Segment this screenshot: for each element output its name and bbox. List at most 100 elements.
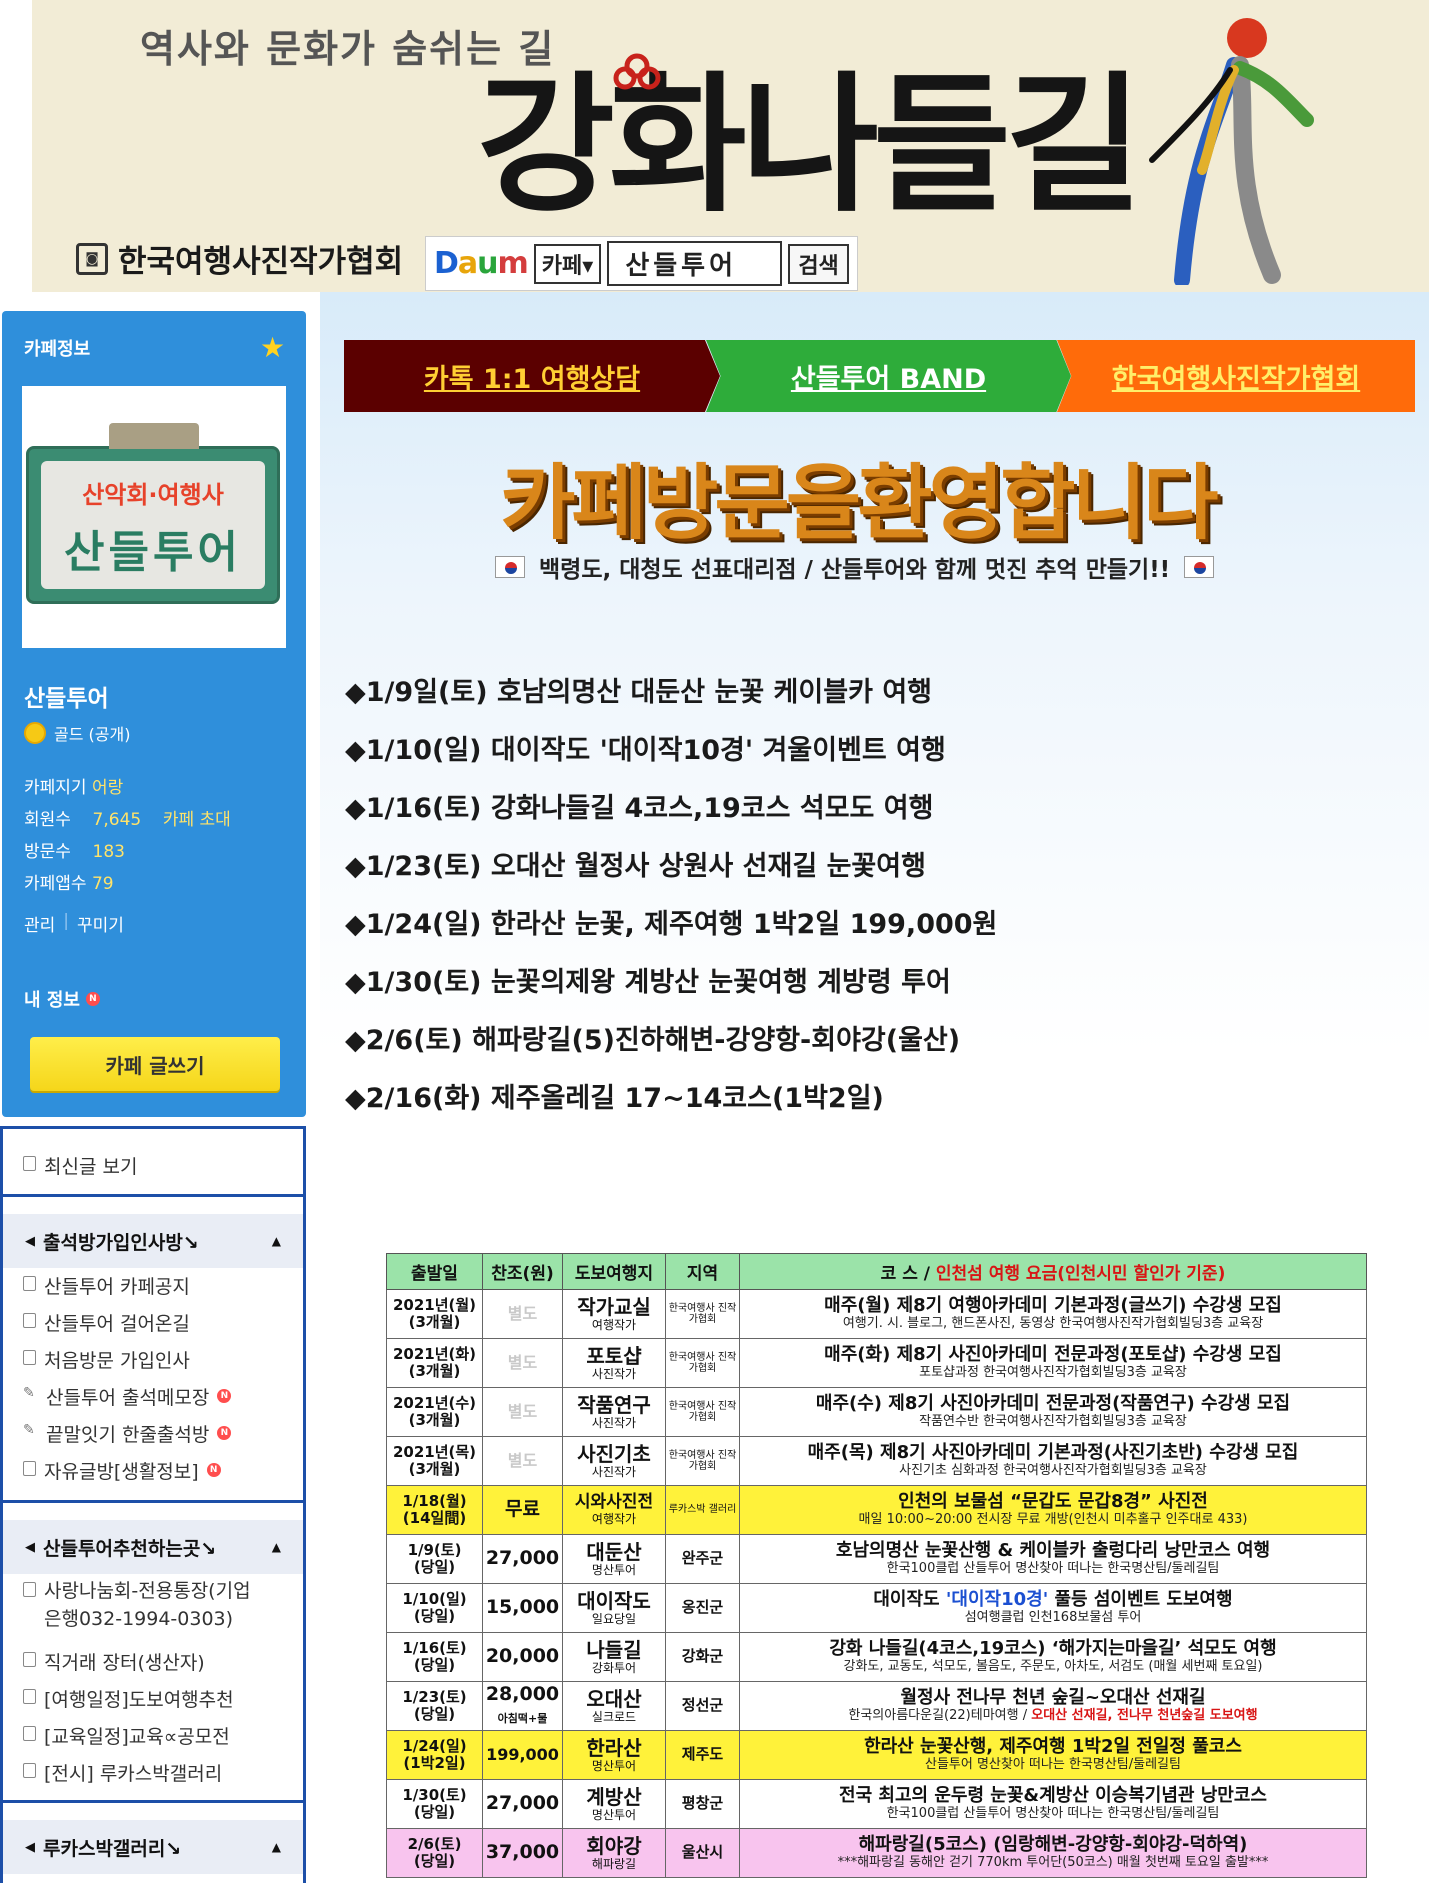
pencil-icon: ✎ [23, 1385, 35, 1401]
new-badge: N [217, 1426, 232, 1440]
table-row: 1/10(일) (당일) 15,000 대이작도 일요당일 옹진군 대이작도 '대이… [386, 1583, 1367, 1633]
col-header-price: 찬조(원) [482, 1253, 563, 1290]
board-icon [23, 1763, 36, 1778]
new-badge: N [217, 1389, 232, 1403]
caret-up-icon: ▲ [271, 1540, 281, 1554]
daum-search-button[interactable]: 검색 [788, 243, 849, 284]
menu-divider [3, 1194, 303, 1197]
board-link[interactable]: 산들투어 카페공지 [23, 1272, 190, 1299]
kakao-consult-link[interactable]: 카톡 1:1 여행상담 [344, 340, 720, 412]
table-row: 2/6(토) (당일) 37,000 회야강 해파랑길 울산시 해파랑길(5코스) … [386, 1828, 1367, 1878]
board-icon [23, 1313, 36, 1328]
schedule-item[interactable]: ◆1/30(토) 눈꽃의제왕 계방산 눈꽃여행 계방령 투어 [345, 960, 951, 999]
top-link-tabs: 카톡 1:1 여행상담 산들투어 BAND 한국여행사진작가협회 [344, 340, 1429, 412]
new-posts-icon [23, 1156, 36, 1171]
schedule-item[interactable]: ◆1/10(일) 대이작도 '대이작10경' 겨울이벤트 여행 [345, 728, 946, 767]
cafe-invite-link[interactable]: 카페 초대 [163, 810, 231, 830]
board-link[interactable]: 직거래 장터(생산자) [23, 1648, 205, 1675]
board-link[interactable]: [교육일정]교육∝공모전 [23, 1722, 230, 1749]
table-row: 1/24(일) (1박2일) 199,000 한라산 명산투어 제주도 한라산 눈꽃… [386, 1730, 1367, 1780]
cafe-grade: 골드 (공개) [24, 721, 130, 745]
board-link[interactable]: ✎ 산들투어 출석메모장 N [23, 1383, 232, 1410]
cafe-thumbnail[interactable]: 산악회·여행사 산들투어 [22, 386, 286, 648]
board-link[interactable]: 산들투어 걸어온길 [23, 1309, 190, 1336]
schedule-table: 출발일 찬조(원) 도보여행지 지역 코 스 / 인천섬 여행 요금(인천시민 … [386, 1253, 1367, 1878]
cafe-name[interactable]: 산들투어 [24, 679, 109, 713]
decorate-link[interactable]: 꾸미기 [77, 911, 124, 936]
schedule-item[interactable]: ◆1/24(일) 한라산 눈꽃, 제주여행 1박2일 199,000원 [345, 902, 997, 941]
board-link[interactable]: 자유글방[생활정보] N [23, 1457, 221, 1484]
table-row: 1/23(토) (당일) 28,000 아침떡+물 오대산 실크로드 정선군 월정사 … [386, 1681, 1367, 1731]
slogan: 백령도, 대청도 선표대리점 / 산들투어와 함께 멋진 추억 만들기!! [495, 550, 1215, 584]
star-icon[interactable]: ★ [260, 331, 285, 364]
schedule-item[interactable]: ◆1/16(토) 강화나들길 4코스,19코스 석모도 여행 [345, 786, 933, 825]
member-count-value[interactable]: 7,645 [93, 810, 142, 830]
col-header-date: 출발일 [386, 1253, 483, 1290]
cafe-info-header: 카페정보 [24, 339, 91, 360]
col-header-course: 코 스 / 인천섬 여행 요금(인천시민 할인가 기준) [739, 1253, 1367, 1290]
collapse-arrow-icon: ◀ [25, 1839, 35, 1855]
recent-posts-link[interactable]: 최신글 보기 [23, 1152, 137, 1179]
board-icon [23, 1350, 36, 1365]
cafe-info-panel: 카페정보 ★ 산악회·여행사 산들투어 산들투어 골드 (공개) 카페지기 어랑… [2, 311, 306, 1117]
board-menu: 최신글 보기 ◀ 출석방가입인사방↘ ▲ 산들투어 카페공지 산들투어 걸어온길 처… [0, 1126, 306, 1883]
menu-divider [3, 1800, 303, 1803]
table-row: 2021년(수) (3개월) 별도 작품연구 사진작가 한국여행사 진작가협회 매주… [386, 1387, 1367, 1437]
band-link[interactable]: 산들투어 BAND [706, 340, 1071, 412]
new-badge: N [85, 992, 100, 1006]
schedule-item[interactable]: ◆2/16(화) 제주올레길 17~14코스(1박2일) [345, 1076, 884, 1115]
board-icon [23, 1652, 36, 1667]
daum-search-input[interactable]: 산들투어 [607, 241, 783, 286]
schedule-item[interactable]: ◆1/23(토) 오대산 월정사 상원사 선재길 눈꽃여행 [345, 844, 926, 883]
gold-medal-icon [24, 722, 46, 744]
board-link[interactable]: [여행일정]도보여행추천 [23, 1685, 234, 1712]
top-banner[interactable]: 역사와 문화가 숨쉬는 길 강화나들길 ◙ 한국여행사진작가협회 Daum 카페… [32, 0, 1429, 292]
association-name: 한국여행사진작가협회 [118, 244, 404, 280]
visit-count: 방문수 183 [24, 842, 125, 862]
manage-link[interactable]: 관리 [24, 911, 55, 936]
menu-group-recommend[interactable]: ◀ 산들투어추천하는곳↘ ▲ [3, 1520, 303, 1574]
camera-icon: ◙ [76, 242, 108, 275]
daum-search-box[interactable]: Daum 카페▾ 산들투어 검색 [425, 236, 858, 291]
menu-divider [3, 1500, 303, 1503]
table-row: 2021년(화) (3개월) 별도 포토샵 사진작가 한국여행사 진작가협회 매주(… [386, 1338, 1367, 1388]
daum-search-select[interactable]: 카페▾ [533, 243, 602, 284]
board-icon [23, 1276, 36, 1291]
collapse-arrow-icon: ◀ [25, 1539, 35, 1555]
manage-links: 관리 | 꾸미기 [24, 911, 124, 936]
table-row: 1/9(토) (당일) 27,000 대둔산 명산투어 완주군 호남의명산 눈꽃산행… [386, 1534, 1367, 1584]
my-info-link[interactable]: 내 정보 N [24, 986, 100, 1012]
board-link[interactable]: [전시] 루카스박갤러리 [23, 1759, 222, 1786]
menu-divider [3, 1126, 303, 1129]
app-count: 카페앱수 79 [24, 874, 114, 894]
write-post-button[interactable]: 카페 글쓰기 [30, 1037, 280, 1091]
welcome-banner: 카페방문을환영합니다 [500, 456, 1218, 551]
cafe-logo-sign: 산악회·여행사 산들투어 [26, 423, 280, 604]
association-logo-row: ◙ 한국여행사진작가협회 [76, 236, 403, 281]
board-link[interactable]: ✎ 끝말잇기 한줄출석방 N [23, 1420, 232, 1447]
schedule-table-image[interactable]: 출발일 찬조(원) 도보여행지 지역 코 스 / 인천섬 여행 요금(인천시민 … [386, 1253, 1367, 1878]
caret-up-icon: ▲ [271, 1840, 281, 1854]
pencil-icon: ✎ [23, 1422, 35, 1438]
menu-group-gallery[interactable]: ◀ 루카스박갤러리↘ ▲ [3, 1820, 303, 1874]
board-link[interactable]: 사랑나눔회-전용통장(기업 은행032-1994-0303) [23, 1578, 293, 1633]
thumb-main-text: 산들투어 [64, 527, 242, 578]
board-icon [23, 1689, 36, 1704]
thumb-top-text: 산악회·여행사 [82, 481, 224, 509]
association-link[interactable]: 한국여행사진작가협회 [1057, 340, 1415, 412]
new-badge: N [206, 1463, 221, 1477]
menu-group-attendance[interactable]: ◀ 출석방가입인사방↘ ▲ [3, 1214, 303, 1268]
cafe-manager-link[interactable]: 어랑 [92, 778, 123, 798]
banner-title: 강화나들길 [477, 57, 1143, 233]
flower-icon [613, 53, 661, 90]
cafe-manager: 카페지기 어랑 [24, 778, 124, 798]
board-icon [23, 1461, 36, 1476]
schedule-item[interactable]: ◆2/6(토) 해파랑길(5)진하해변-강양항-회야강(울산) [345, 1018, 960, 1057]
collapse-arrow-icon: ◀ [25, 1233, 35, 1249]
walking-figure-icon [1149, 18, 1314, 285]
col-header-region: 지역 [665, 1253, 740, 1290]
table-row: 2021년(월) (3개월) 별도 작가교실 여행작가 한국여행사 진작가협회 매주… [386, 1289, 1367, 1339]
board-link[interactable]: 처음방문 가입인사 [23, 1346, 190, 1373]
schedule-item[interactable]: ◆1/9일(토) 호남의명산 대둔산 눈꽃 케이블카 여행 [345, 670, 932, 709]
table-row: 1/18(월) (14일間) 무료 시와사진전 여행작가 루카스박 갤러리 인천의 … [386, 1485, 1367, 1535]
